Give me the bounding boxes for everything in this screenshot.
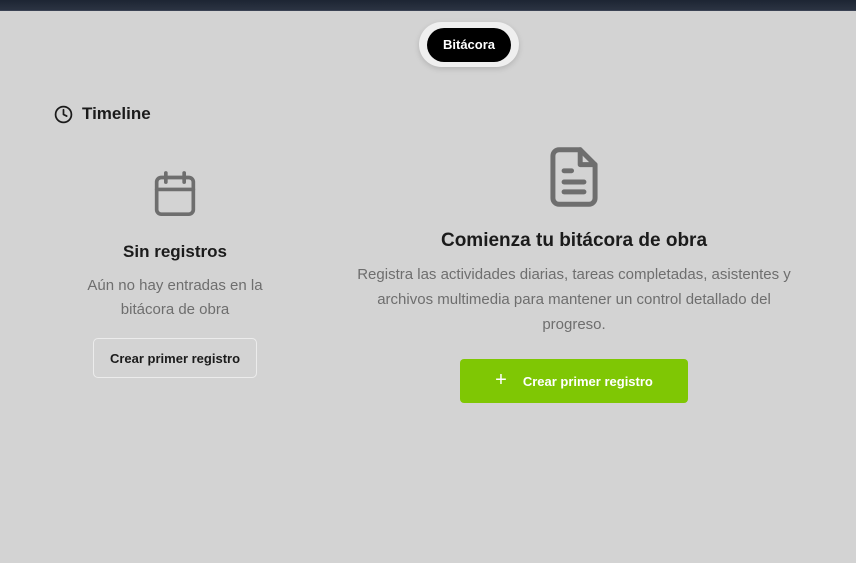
timeline-header: Timeline bbox=[54, 102, 151, 126]
primary-button-label: Crear primer registro bbox=[522, 373, 653, 389]
main-empty-title: Comienza tu bitácora de obra bbox=[440, 230, 708, 251]
empty-title: Sin registros bbox=[123, 242, 227, 261]
calendar-icon bbox=[153, 170, 197, 222]
clock-icon bbox=[54, 105, 73, 124]
tab-bitacora[interactable]: Bitácora bbox=[427, 27, 511, 62]
timeline-empty-state: Sin registros Aún no hay entradas en la … bbox=[55, 170, 295, 378]
create-first-entry-button[interactable]: Crear primer registro bbox=[92, 338, 258, 378]
window-top-bar bbox=[0, 0, 856, 11]
plus-icon: + bbox=[495, 369, 507, 391]
main-empty-description: Registra las actividades diarias, tareas… bbox=[357, 266, 791, 333]
tab-switcher: Bitácora bbox=[419, 22, 519, 67]
create-first-entry-primary-button[interactable]: + Crear primer registro bbox=[460, 359, 688, 403]
document-icon bbox=[549, 146, 599, 212]
empty-description: Aún no hay entradas en la bitácora de ob… bbox=[87, 277, 263, 318]
main-empty-state: Comienza tu bitácora de obra Registra la… bbox=[340, 146, 808, 403]
timeline-title: Timeline bbox=[82, 104, 151, 123]
